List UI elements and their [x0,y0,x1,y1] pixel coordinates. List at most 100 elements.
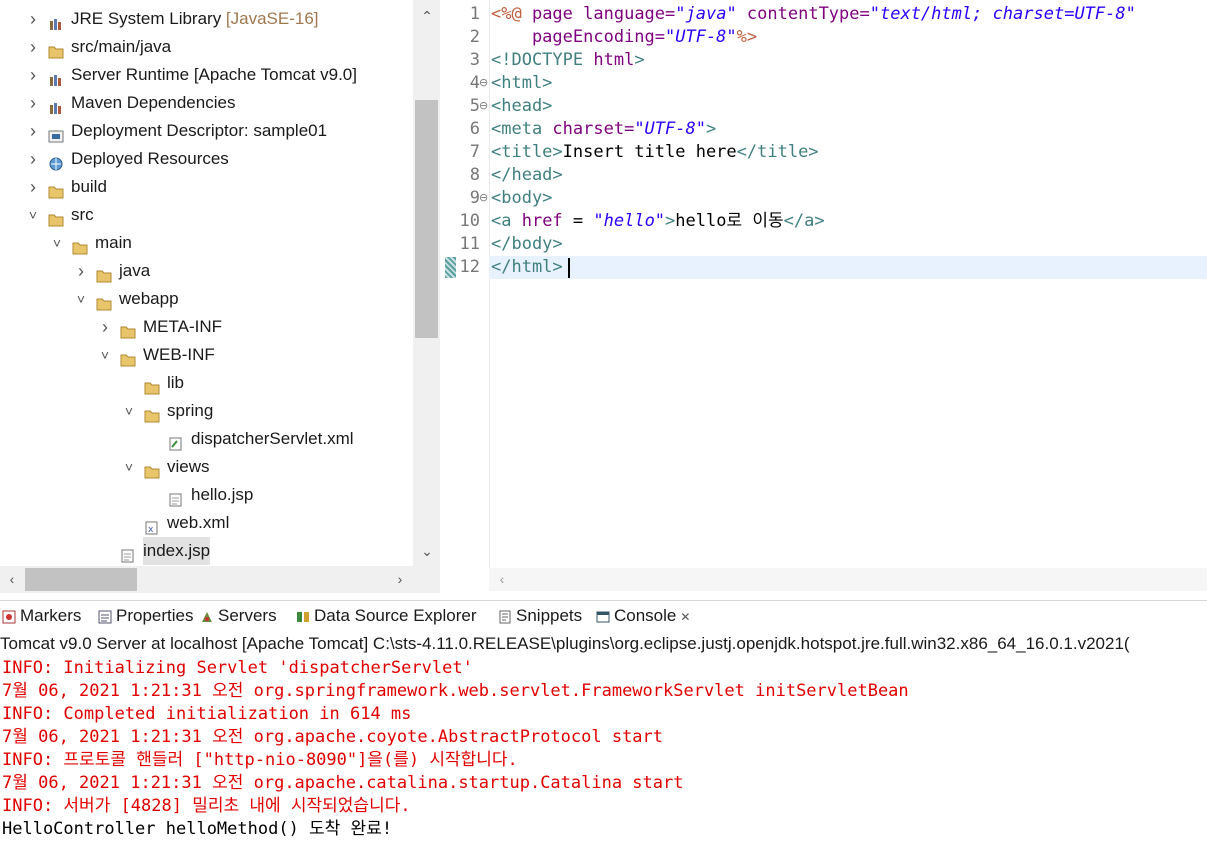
code-token: </title> [736,142,819,162]
chevron-down-icon[interactable]: ˅ [74,285,88,313]
explorer-horizontal-scroll-thumb[interactable] [25,568,137,591]
chevron-right-icon[interactable]: › [26,61,40,89]
editor-scroll-left-icon[interactable]: ‹ [492,569,512,589]
tree-item-java[interactable]: › java [0,257,413,285]
chevron-right-icon[interactable]: › [26,173,40,201]
scroll-up-icon[interactable]: ⌃ [417,6,437,26]
tree-item-index-jsp[interactable]: index.jsp [0,537,413,565]
code-editor[interactable] [444,0,1207,593]
scroll-down-icon[interactable]: ⌄ [417,541,437,561]
line-number: 11 [459,234,480,254]
tree-item-server-runtime-apache-tomcat-v9-0[interactable]: › Server Runtime [Apache Tomcat v9.0] [0,61,413,89]
code-line[interactable]: <html> [491,72,552,95]
tab-snippets[interactable]: Snippets [498,601,582,631]
chevron-down-icon[interactable]: ˅ [98,341,112,369]
code-token: > [665,211,676,231]
code-line[interactable]: </body> [491,233,563,256]
folder-icon [144,460,160,479]
source-folder-icon [48,40,64,59]
chevron-right-icon[interactable]: › [26,117,40,145]
code-line[interactable]: </html> [491,256,563,279]
code-token: <body> [491,188,553,208]
line-number: 4 [469,73,480,93]
chevron-down-icon[interactable]: ˅ [50,229,64,257]
tree-item-webapp[interactable]: ˅ webapp [0,285,413,313]
tree-item-src[interactable]: ˅ src [0,201,413,229]
chevron-down-icon[interactable]: ˅ [122,453,136,481]
code-token: "text/html; charset=UTF-8" [869,4,1136,24]
console-output[interactable]: INFO: Initializing Servlet 'dispatcherSe… [0,656,1207,855]
fold-toggle-icon[interactable]: ⊖ [479,72,488,95]
tab-servers[interactable]: Servers [200,601,277,631]
bottom-panel-tabs: Markers Properties Servers Data Source Expl… [0,600,1207,631]
tree-item-hello-jsp[interactable]: hello.jsp [0,481,413,509]
tree-item-maven-dependencies[interactable]: › Maven Dependencies [0,89,413,117]
chevron-right-icon[interactable]: › [26,5,40,33]
console-icon [596,606,614,625]
code-line[interactable]: <a href = "hello">hello로 이동</a> [491,210,825,233]
code-token: <a [491,211,522,231]
scroll-right-icon[interactable]: › [390,569,410,589]
code-line[interactable]: <%@ page language="java" contentType="te… [491,3,1136,26]
xml-file-icon: x [144,516,160,535]
close-icon[interactable]: ✕ [680,610,690,624]
tree-item-lib[interactable]: lib [0,369,413,397]
explorer-vertical-scroll-thumb[interactable] [415,100,438,338]
tree-item-label: java [119,261,151,280]
chevron-right-icon[interactable]: › [26,33,40,61]
scroll-left-icon[interactable]: ‹ [2,569,22,589]
console-line: INFO: Completed initialization in 614 ms [2,704,412,724]
spring-xml-icon [168,432,184,451]
chevron-right-icon[interactable]: › [98,313,112,341]
code-token: "UTF-8" [665,27,737,47]
chevron-down-icon[interactable]: ˅ [26,201,40,229]
tree-item-main[interactable]: ˅ main [0,229,413,257]
fold-toggle-icon[interactable]: ⊖ [479,187,488,210]
tree-item-src-main-java[interactable]: › src/main/java [0,33,413,61]
tab-properties[interactable]: Properties [98,601,193,631]
fold-toggle-icon[interactable]: ⊖ [479,95,488,118]
tree-item-deployed-resources[interactable]: › Deployed Resources [0,145,413,173]
project-explorer[interactable]: › JRE System Library [JavaSE-16] › src/main… [0,0,440,593]
tab-console[interactable]: Console ✕ [596,601,691,631]
folder-icon [144,376,160,395]
line-number: 9 [469,188,480,208]
tree-item-meta-inf[interactable]: › META-INF [0,313,413,341]
code-token: </html> [491,257,563,277]
jsp-file-icon [120,544,136,563]
tree-item-web-inf[interactable]: ˅ WEB-INF [0,341,413,369]
tab-data-source-explorer[interactable]: Data Source Explorer [296,601,477,631]
tree-item-label: spring [167,401,214,420]
tree-item-deployment-descriptor-sample01[interactable]: › Deployment Descriptor: sample01 [0,117,413,145]
tree-item-dispatcherservlet-xml[interactable]: dispatcherServlet.xml [0,425,413,453]
code-token: html [593,50,635,70]
line-number: 3 [469,50,480,70]
tab-label: Markers [20,606,82,625]
change-marker [445,257,456,278]
tree-item-jre-system-library[interactable]: › JRE System Library [JavaSE-16] [0,5,413,33]
data-source-icon [296,606,314,625]
tree-item-views[interactable]: ˅ views [0,453,413,481]
console-line: 7월 06, 2021 1:21:31 오전 org.springframewo… [2,681,909,701]
library-icon [48,12,64,30]
tab-markers[interactable]: Markers [2,601,81,631]
folder-icon [96,292,112,311]
code-line[interactable]: <meta charset="UTF-8"> [491,118,716,141]
code-token: hello로 이동 [675,211,784,231]
code-line[interactable]: </head> [491,164,563,187]
tree-item-build[interactable]: › build [0,173,413,201]
chevron-right-icon[interactable]: › [26,145,40,173]
editor-horizontal-scrollbar[interactable] [489,568,1207,591]
tree-item-web-xml[interactable]: x web.xml [0,509,413,537]
code-line[interactable]: <title>Insert title here</title> [491,141,819,164]
code-line[interactable]: <!DOCTYPE html> [491,49,645,72]
code-line[interactable]: pageEncoding="UTF-8"%> [491,26,757,49]
chevron-right-icon[interactable]: › [74,257,88,285]
code-line[interactable]: <body> [491,187,552,210]
code-line[interactable]: <head> [491,95,552,118]
jsp-file-icon [168,488,184,507]
tree-item-spring[interactable]: ˅ spring [0,397,413,425]
chevron-down-icon[interactable]: ˅ [122,397,136,425]
tree-item-label: META-INF [143,317,223,336]
chevron-right-icon[interactable]: › [26,89,40,117]
